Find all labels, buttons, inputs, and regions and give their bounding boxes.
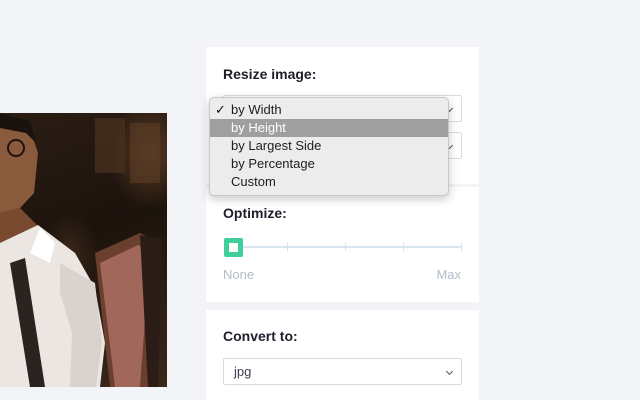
option-label: by Percentage <box>231 156 315 171</box>
dropdown-option-by-height[interactable]: by Height <box>210 119 448 137</box>
option-label: by Height <box>231 120 286 135</box>
preview-photo <box>0 113 167 387</box>
dropdown-option-by-percentage[interactable]: by Percentage <box>210 155 448 173</box>
convert-card: Convert to: jpg <box>206 310 479 400</box>
option-label: Custom <box>231 174 276 189</box>
slider-max-label: Max <box>436 267 461 282</box>
convert-format-value: jpg <box>234 364 252 379</box>
slider-tick <box>287 243 288 251</box>
resize-title: Resize image: <box>223 66 317 82</box>
optimize-card: Optimize: None Max <box>206 187 479 302</box>
optimize-slider-track[interactable] <box>228 243 462 251</box>
slider-tick <box>461 243 462 251</box>
slider-tick <box>345 243 346 251</box>
dropdown-option-by-largest-side[interactable]: by Largest Side <box>210 137 448 155</box>
option-label: by Width <box>231 102 282 117</box>
resize-mode-dropdown: ✓ by Width by Height by Largest Side by … <box>209 97 449 196</box>
chevron-down-icon <box>445 367 454 376</box>
dropdown-option-by-width[interactable]: ✓ by Width <box>210 101 448 119</box>
slider-tick <box>403 243 404 251</box>
optimize-slider-handle[interactable] <box>224 238 243 257</box>
checkmark-icon: ✓ <box>215 102 226 117</box>
convert-title: Convert to: <box>223 328 298 344</box>
option-label: by Largest Side <box>231 138 322 153</box>
dropdown-option-custom[interactable]: Custom <box>210 173 448 191</box>
photo-illustration <box>0 113 162 387</box>
slider-min-label: None <box>223 267 255 282</box>
convert-format-select[interactable]: jpg <box>223 358 462 385</box>
optimize-title: Optimize: <box>223 205 287 221</box>
